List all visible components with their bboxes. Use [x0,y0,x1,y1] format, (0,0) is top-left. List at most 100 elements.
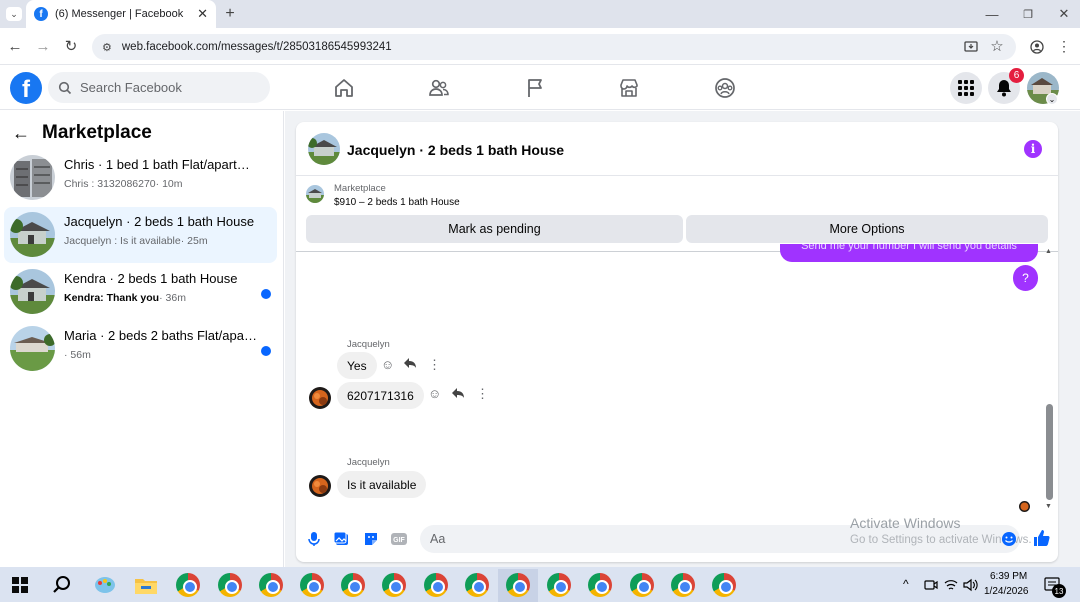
forward-icon[interactable]: → [35,38,51,55]
omnibox[interactable]: ⚙ web.facebook.com/messages/t/2850318654… [92,34,1016,60]
listing-thumbnail-small[interactable] [306,185,324,203]
tab-search-icon[interactable]: ⌄ [6,7,22,21]
microphone-icon[interactable] [306,531,322,547]
windows-start-icon[interactable] [12,577,28,593]
chrome-taskbar-icon[interactable] [424,573,448,597]
chat-title[interactable]: Jacquelyn · 2 beds 1 bath House [347,142,564,158]
conversation-preview: · 56m [64,349,91,361]
chat-listing-avatar[interactable] [308,133,340,165]
message-sender: Jacquelyn [347,339,390,350]
facebook-favicon-icon: f [34,7,48,21]
minimize-button[interactable]: — [984,6,1000,22]
scroll-down-arrow-icon[interactable]: ▼ [1045,503,1052,510]
new-tab-button[interactable]: + [221,5,239,23]
reload-icon[interactable]: ↻ [63,38,79,55]
home-icon[interactable] [333,77,355,99]
chrome-taskbar-icon[interactable] [341,573,365,597]
close-window-button[interactable]: ✕ [1056,6,1072,22]
more-actions-icon[interactable]: ⋮ [428,357,441,373]
groups-icon[interactable] [714,77,736,99]
emoji-icon[interactable] [1001,531,1017,547]
chrome-taskbar-icon[interactable] [176,573,200,597]
marketplace-icon[interactable] [618,77,640,99]
more-options-button[interactable]: More Options [686,215,1048,243]
clock-time[interactable]: 6:39 PM [990,571,1027,582]
react-emoji-icon[interactable]: ☺ [381,357,394,372]
site-info-icon[interactable]: ⚙ [102,41,112,54]
gif-icon[interactable]: GIF [391,531,407,547]
chrome-taskbar-icon[interactable] [300,573,324,597]
search-box[interactable] [48,72,270,103]
chrome-taskbar-icon[interactable] [588,573,612,597]
chrome-taskbar-icon[interactable] [712,573,736,597]
chat-scrollbar[interactable] [1046,404,1053,500]
chrome-taskbar-icon[interactable] [506,573,530,597]
sticker-icon[interactable] [363,531,379,547]
listing-thumbnail [10,269,55,314]
preview-time: · 25m [180,235,208,247]
conversation-item-kendra[interactable]: Kendra · 2 beds 1 bath House Kendra: Tha… [4,264,277,320]
friends-icon[interactable] [428,77,450,99]
facebook-logo[interactable]: f [10,72,42,104]
bookmark-star-icon[interactable]: ☆ [989,38,1005,55]
back-arrow-icon[interactable]: ← [12,123,30,144]
install-app-icon[interactable] [963,39,979,55]
header-divider [296,175,1058,176]
chrome-taskbar-icon[interactable] [547,573,571,597]
conversation-item-jacquelyn[interactable]: Jacquelyn · 2 beds 1 bath House Jacquely… [4,207,277,263]
meet-now-icon[interactable] [924,578,938,592]
volume-icon[interactable] [963,578,979,592]
sender-avatar[interactable] [309,475,331,497]
reply-icon[interactable] [451,387,465,402]
search-input[interactable] [80,80,250,95]
thumbs-up-icon[interactable] [1032,529,1050,547]
url-text: web.facebook.com/messages/t/285031865459… [121,41,392,53]
chrome-taskbar-icon[interactable] [218,573,242,597]
chrome-taskbar-icon[interactable] [671,573,695,597]
more-actions-icon[interactable]: ⋮ [476,386,489,402]
received-message-bubble[interactable]: Yes [337,352,377,379]
listing-price[interactable]: $910 – 2 beds 1 bath House [334,197,460,208]
info-icon[interactable]: i [1024,140,1042,158]
account-chevron-down-icon[interactable]: ⌄ [1046,93,1058,105]
sent-message-bubble[interactable]: Send me your number I will send you deta… [780,244,1038,262]
clock-date[interactable]: 1/24/2026 [984,586,1029,597]
photo-icon[interactable] [334,531,350,547]
taskbar-search-icon[interactable] [52,575,72,595]
restore-button[interactable]: ❐ [1020,6,1036,22]
unread-dot [261,289,271,299]
back-icon[interactable]: ← [7,38,23,55]
unread-dot [261,346,271,356]
scroll-up-arrow-icon[interactable]: ▲ [1045,248,1052,255]
chrome-taskbar-icon[interactable] [382,573,406,597]
tab-close-icon[interactable]: ✕ [197,6,208,22]
preview-time: · 10m [155,178,183,190]
received-message-bubble[interactable]: Is it available [337,471,427,498]
listing-thumbnail [10,212,55,257]
paint-app-icon[interactable] [93,574,117,596]
mark-as-pending-button[interactable]: Mark as pending [306,215,683,243]
conversation-name: Jacquelyn · 2 beds 1 bath House [64,214,255,229]
received-message-bubble[interactable]: 6207171316 [337,382,424,409]
browser-tab-messenger[interactable]: f (6) Messenger | Facebook ✕ [26,0,216,28]
preview-text: Jacquelyn : Is it available [64,235,181,247]
sent-message-bubble[interactable]: ? [1013,265,1038,291]
windows-taskbar [0,567,1080,602]
wifi-icon[interactable] [944,578,958,592]
menu-grid-button[interactable] [950,72,982,104]
reply-icon[interactable] [403,357,417,372]
conversation-item-chris[interactable]: Chris · 1 bed 1 bath Flat/apartment Chri… [4,150,277,206]
browser-menu-icon[interactable]: ⋮ [1057,38,1071,54]
tray-chevron-up-icon[interactable]: ^ [903,577,909,591]
profile-icon[interactable] [1029,39,1045,55]
conversation-item-maria[interactable]: Maria · 2 beds 2 baths Flat/apart... · 5… [4,321,277,377]
conversation-name: Maria · 2 beds 2 baths Flat/apart... [64,328,259,343]
sender-avatar[interactable] [309,387,331,409]
conversation-name: Chris · 1 bed 1 bath Flat/apartment [64,157,259,172]
chrome-taskbar-icon[interactable] [630,573,654,597]
chrome-taskbar-icon[interactable] [465,573,489,597]
file-explorer-icon[interactable] [135,576,157,594]
react-emoji-icon[interactable]: ☺ [428,386,441,401]
flag-icon[interactable] [524,77,546,99]
chrome-taskbar-icon[interactable] [259,573,283,597]
